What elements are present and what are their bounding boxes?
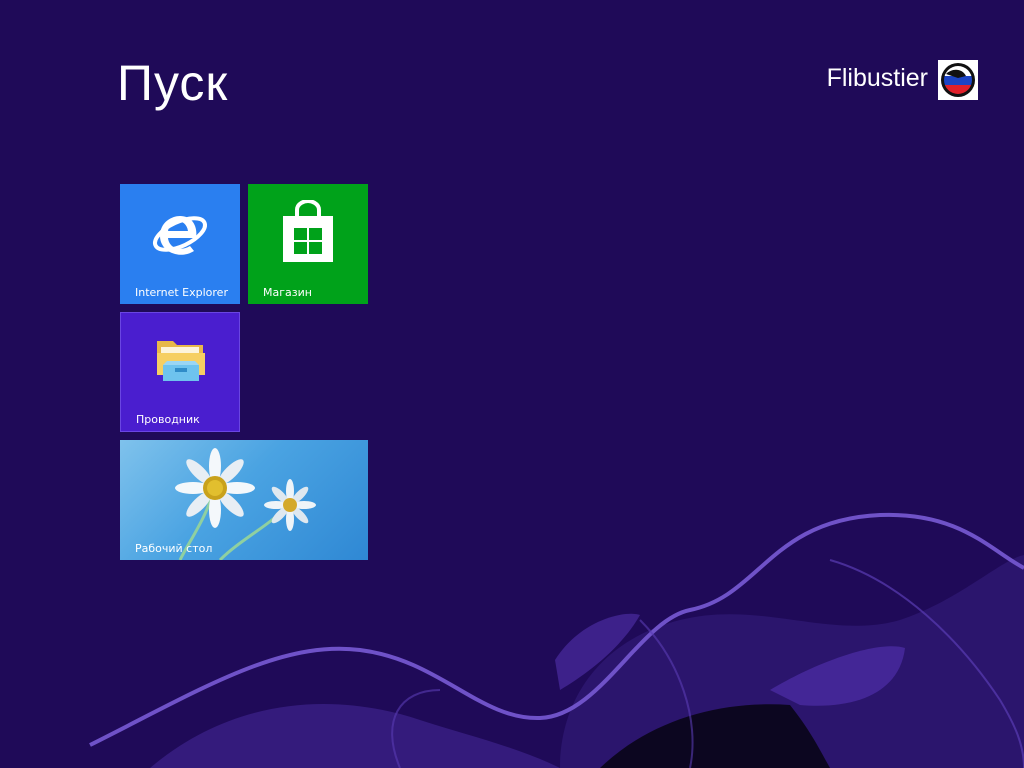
user-name[interactable]: Flibustier: [827, 64, 928, 93]
avatar[interactable]: [938, 60, 978, 100]
tile-desktop[interactable]: Рабочий стол: [120, 440, 368, 560]
user-avatar-icon: [938, 60, 978, 100]
tile-label: Internet Explorer: [135, 286, 228, 299]
internet-explorer-icon: [153, 216, 207, 255]
tile-label: Рабочий стол: [135, 542, 213, 555]
tile-label: Магазин: [263, 286, 312, 299]
store-bag-icon: [283, 200, 333, 262]
tile-label: Проводник: [136, 413, 200, 426]
tile-internet-explorer[interactable]: Internet Explorer: [120, 184, 240, 304]
tile-store[interactable]: Магазин: [248, 184, 368, 304]
folder-icon: [157, 341, 205, 381]
tile-explorer[interactable]: Проводник: [120, 312, 240, 432]
page-title: Пуск: [117, 55, 229, 111]
